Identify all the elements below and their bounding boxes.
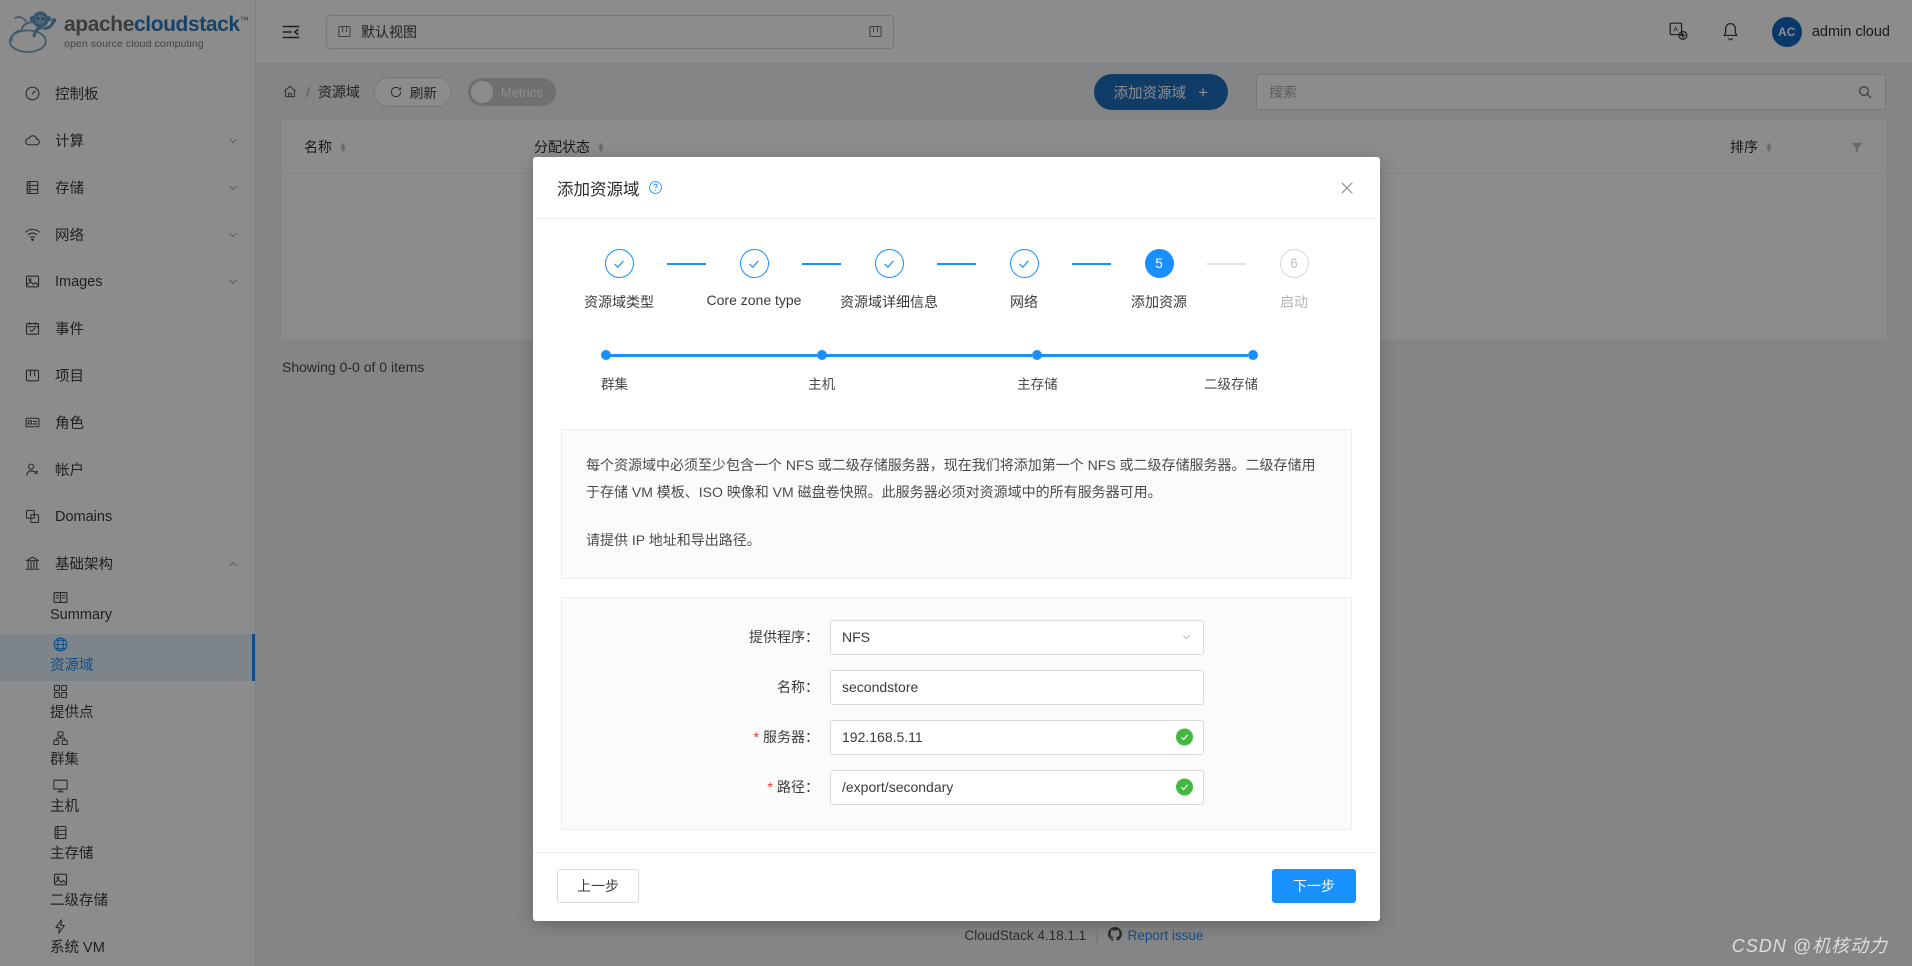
step-connector-3 (937, 263, 976, 265)
wizard-step-3[interactable]: 资源域详细信息 (840, 249, 938, 312)
form-row-path: * 路径： (562, 769, 1351, 805)
wizard-step-label: 资源域详细信息 (840, 294, 938, 310)
form-row-server: * 服务器： (562, 719, 1351, 755)
step-check-icon (874, 249, 904, 278)
wizard-step-label: 添加资源 (1131, 294, 1187, 310)
wizard-step-4[interactable]: 网络 (976, 249, 1072, 312)
substep-connector-1 (821, 354, 1033, 357)
wizard-substep-label: 主存储 (1017, 377, 1058, 392)
add-zone-wizard-modal: 添加资源域 资源域类型 Core zone type 资源域详细信息 网络 5 添加资源 6… (533, 157, 1380, 921)
step-connector-5 (1207, 263, 1246, 265)
step-connector-1 (667, 263, 706, 265)
modal-body: 资源域类型 Core zone type 资源域详细信息 网络 5 添加资源 6 启动 群集 主… (533, 219, 1380, 830)
server-label-text: 服务器： (763, 729, 819, 746)
wizard-step-6[interactable]: 6 启动 (1246, 249, 1342, 312)
valid-check-icon (1176, 778, 1193, 796)
secondary-storage-form: 提供程序： NFS 名称： *服务器： (561, 596, 1352, 830)
wizard-substep-3[interactable]: 二级存储 (1204, 350, 1312, 393)
modal-header: 添加资源域 (533, 157, 1380, 219)
info-panel: 每个资源域中必须至少包含一个 NFS 或二级存储服务器，现在我们将添加第一个 N… (561, 429, 1352, 579)
modal-title: 添加资源域 (557, 180, 640, 199)
wizard-step-label: 启动 (1280, 294, 1308, 310)
wizard-substep-0[interactable]: 群集 (601, 350, 817, 393)
wizard-steps: 资源域类型 Core zone type 资源域详细信息 网络 5 添加资源 6 启动 (561, 249, 1352, 312)
server-input[interactable] (830, 719, 1204, 755)
wizard-substep-label: 二级存储 (1204, 377, 1259, 392)
substep-dot (1032, 350, 1043, 360)
wizard-substep-label: 主机 (808, 377, 836, 392)
step-number: 6 (1279, 249, 1309, 278)
step-number: 5 (1144, 249, 1174, 278)
name-label: 名称： (777, 679, 819, 696)
substep-connector-0 (606, 354, 817, 357)
path-input[interactable] (830, 769, 1204, 805)
step-check-icon (1009, 249, 1039, 278)
wizard-step-label: Core zone type (706, 292, 802, 308)
wizard-step-1[interactable]: 资源域类型 (571, 249, 667, 312)
form-row-provider: 提供程序： NFS (562, 619, 1351, 655)
wizard-substeps: 群集 主机 主存储 二级存储 (601, 350, 1312, 393)
wizard-substep-label: 群集 (601, 377, 628, 392)
provider-select-value: NFS (842, 629, 870, 646)
wizard-step-5[interactable]: 5 添加资源 (1111, 249, 1207, 312)
server-label: * 服务器： (562, 727, 830, 747)
provider-label: 提供程序： (749, 629, 819, 646)
substep-dot (816, 350, 827, 360)
required-asterisk: * (767, 779, 773, 796)
close-icon[interactable] (1338, 179, 1356, 197)
required-asterisk: * (753, 729, 759, 746)
watermark: CSDN @机核动力 (1731, 936, 1888, 956)
step-connector-2 (802, 263, 841, 265)
next-step-button[interactable]: 下一步 (1272, 868, 1356, 903)
modal-footer: 上一步 下一步 (533, 851, 1380, 921)
question-circle-icon[interactable] (648, 180, 663, 195)
wizard-step-2[interactable]: Core zone type (706, 249, 802, 308)
substep-connector-2 (1037, 354, 1249, 357)
path-label: * 路径： (562, 777, 830, 797)
wizard-step-label: 资源域类型 (584, 294, 654, 310)
substep-dot (1248, 350, 1259, 360)
form-row-name: 名称： (562, 669, 1351, 705)
info-paragraph-1: 每个资源域中必须至少包含一个 NFS 或二级存储服务器，现在我们将添加第一个 N… (586, 457, 1316, 501)
valid-check-icon (1176, 728, 1193, 746)
step-check-icon (739, 249, 769, 278)
info-paragraph-2: 请提供 IP 地址和导出路径。 (586, 531, 761, 548)
name-input[interactable] (830, 669, 1204, 705)
wizard-substep-1[interactable]: 主机 (808, 350, 1033, 393)
substep-dot (601, 350, 611, 360)
step-connector-4 (1072, 263, 1111, 265)
provider-select[interactable]: NFS (830, 619, 1204, 655)
path-label-text: 路径： (777, 779, 819, 796)
step-check-icon (604, 249, 634, 278)
previous-step-button[interactable]: 上一步 (557, 868, 639, 903)
wizard-step-label: 网络 (1010, 294, 1038, 310)
